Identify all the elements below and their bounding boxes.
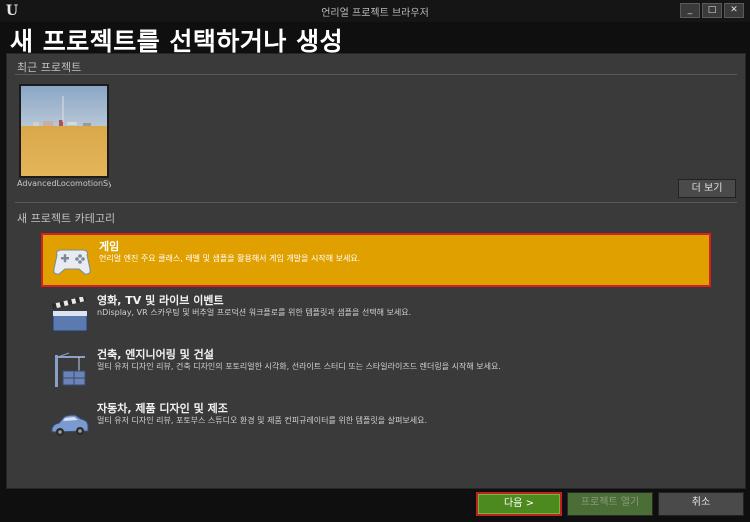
next-button-label: 다음 > bbox=[478, 494, 560, 514]
category-description: 멀티 유저 디자인 리뷰, 포토부스 스튜디오 환경 및 제품 컨피규레이터를 … bbox=[97, 416, 427, 425]
divider bbox=[15, 202, 737, 203]
close-button[interactable]: ✕ bbox=[724, 3, 744, 18]
category-description: 언리얼 엔진 주요 클래스, 레벨 및 샘플을 활용해서 게임 개발을 시작해 … bbox=[99, 254, 361, 263]
cancel-button[interactable]: 취소 bbox=[658, 492, 744, 516]
open-project-button[interactable]: 프로젝트 열기 bbox=[567, 492, 653, 516]
category-description: nDisplay, VR 스카우팅 및 버추얼 프로덕션 워크플로를 위한 템플… bbox=[97, 308, 412, 317]
category-games[interactable]: 게임 언리얼 엔진 주요 클래스, 레벨 및 샘플을 활용해서 게임 개발을 시… bbox=[41, 233, 711, 287]
recent-project-thumbnail[interactable] bbox=[19, 84, 109, 178]
minimize-button[interactable]: _ bbox=[680, 3, 700, 18]
category-description: 멀티 유저 디자인 리뷰, 건축 디자인의 포토리얼한 시각화, 선라이트 스터… bbox=[97, 362, 501, 371]
clapperboard-icon bbox=[51, 297, 88, 332]
category-name: 건축, 엔지니어링 및 건설 bbox=[97, 348, 214, 361]
category-film-tv-live-events[interactable]: 영화, TV 및 라이브 이벤트 nDisplay, VR 스카우팅 및 버추얼… bbox=[41, 289, 711, 343]
category-name: 영화, TV 및 라이브 이벤트 bbox=[97, 294, 224, 307]
window-title: 언리얼 프로젝트 브라우저 bbox=[321, 8, 429, 19]
new-project-categories-label: 새 프로젝트 카테고리 bbox=[17, 212, 116, 225]
category-name: 게임 bbox=[99, 240, 120, 253]
category-name: 자동차, 제품 디자인 및 제조 bbox=[97, 402, 228, 415]
category-architecture[interactable]: 건축, 엔지니어링 및 건설 멀티 유저 디자인 리뷰, 건축 디자인의 포토리… bbox=[41, 343, 711, 397]
next-button[interactable]: 다음 > bbox=[476, 492, 562, 516]
title-bar: U 언리얼 프로젝트 브라우저 _ □ ✕ bbox=[0, 0, 750, 22]
thumbnail-scene-icon bbox=[33, 96, 91, 126]
car-icon bbox=[51, 414, 89, 436]
window-controls: _ □ ✕ bbox=[680, 3, 744, 18]
recent-projects-label: 최근 프로젝트 bbox=[17, 61, 82, 74]
more-button[interactable]: 더 보기 bbox=[678, 179, 736, 198]
gamepad-icon bbox=[53, 249, 91, 275]
recent-project-name[interactable]: AdvancedLocomotionSys bbox=[17, 179, 111, 188]
maximize-button[interactable]: □ bbox=[702, 3, 722, 18]
divider bbox=[15, 74, 737, 75]
project-browser-panel: 최근 프로젝트 AdvancedLocomotionSys 더 보기 새 프로젝… bbox=[6, 53, 746, 489]
crane-icon bbox=[55, 352, 86, 387]
category-automotive[interactable]: 자동차, 제품 디자인 및 제조 멀티 유저 디자인 리뷰, 포토부스 스튜디오… bbox=[41, 397, 711, 451]
